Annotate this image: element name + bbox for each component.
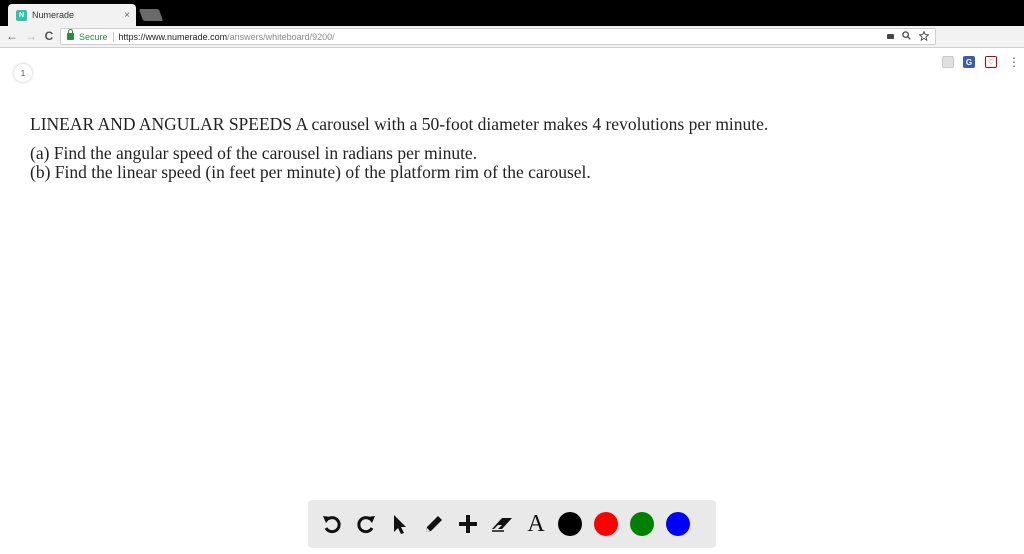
pencil-icon[interactable] xyxy=(422,512,446,536)
plus-icon[interactable] xyxy=(456,512,480,536)
problem-title: LINEAR AND ANGULAR SPEEDS A carousel wit… xyxy=(30,114,769,134)
star-icon[interactable] xyxy=(918,29,930,43)
color-red-swatch[interactable] xyxy=(594,512,618,536)
redo-icon[interactable] xyxy=(354,512,378,536)
color-blue-swatch[interactable] xyxy=(666,512,690,536)
url-base: https://www.numerade.com xyxy=(118,31,228,42)
lock-icon xyxy=(67,29,74,40)
reload-icon[interactable]: C xyxy=(41,28,57,44)
grammarly-icon[interactable]: G xyxy=(963,56,975,68)
camera-icon[interactable] xyxy=(887,34,894,39)
secure-label: Secure xyxy=(79,31,108,42)
address-bar[interactable]: Secure https://www.numerade.com/answers/… xyxy=(60,28,936,45)
color-green-swatch[interactable] xyxy=(630,512,654,536)
browser-tab[interactable]: N Numerade × xyxy=(8,4,136,26)
tab-strip: N Numerade × xyxy=(0,0,1024,26)
eraser-icon[interactable] xyxy=(490,512,514,536)
back-icon[interactable]: ← xyxy=(4,28,20,44)
undo-icon[interactable] xyxy=(320,512,344,536)
menu-icon[interactable]: ⋮ xyxy=(1008,54,1020,70)
browser-toolbar: ← → C Secure https://www.numerade.com/an… xyxy=(0,26,1024,69)
zoom-icon[interactable] xyxy=(902,31,911,42)
color-black-swatch[interactable] xyxy=(558,512,582,536)
problem-part-a: (a) Find the angular speed of the carous… xyxy=(30,143,478,163)
omnibox-separator xyxy=(112,31,114,42)
url-path: /answers/whiteboard/9200/ xyxy=(227,31,335,42)
pocket-icon[interactable]: ♡ xyxy=(985,56,997,68)
tab-title: Numerade xyxy=(32,10,75,20)
close-tab-icon[interactable]: × xyxy=(124,10,130,21)
numerade-favicon-icon: N xyxy=(16,9,27,21)
text-icon[interactable]: A xyxy=(524,511,548,537)
problem-part-b: (b) Find the linear speed (in feet per m… xyxy=(30,162,591,182)
pointer-icon[interactable] xyxy=(388,512,412,536)
new-tab-button[interactable] xyxy=(138,9,164,21)
whiteboard-toolbar: A xyxy=(308,500,716,548)
extension-icon[interactable] xyxy=(942,56,954,68)
omnibox-icons xyxy=(887,29,930,43)
page-number-badge[interactable]: 1 xyxy=(14,64,32,82)
forward-icon[interactable]: → xyxy=(23,28,39,44)
